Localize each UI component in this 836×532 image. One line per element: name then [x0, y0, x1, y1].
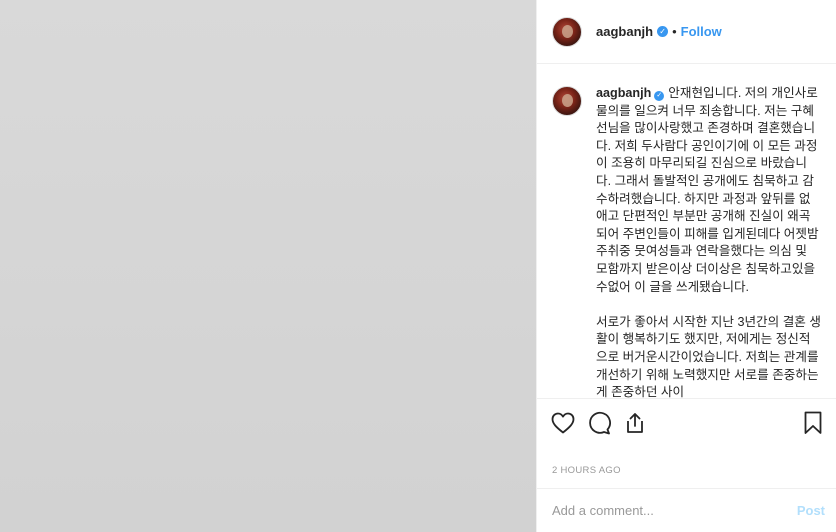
avatar[interactable]	[552, 16, 582, 47]
post-timestamp[interactable]: 2 HOURS AGO	[552, 465, 621, 476]
caption-avatar[interactable]	[552, 86, 582, 116]
comment-bubble-icon[interactable]	[587, 411, 611, 435]
comments-section[interactable]: aagbanjh ✓ 안재현입니다. 저의 개인사로 물의를 일으켜 너무 죄송합니…	[537, 65, 836, 398]
comment-form: Post	[537, 488, 836, 532]
follow-button[interactable]: Follow	[681, 24, 722, 39]
post-comment-button[interactable]: Post	[797, 503, 825, 518]
post-header: aagbanjh ✓ • Follow	[537, 0, 836, 64]
heart-icon[interactable]	[551, 411, 575, 435]
post-side-panel: aagbanjh ✓ • Follow aagbanjh ✓ 안재현입니다. 저의 …	[536, 0, 836, 532]
caption: aagbanjh ✓ 안재현입니다. 저의 개인사로 물의를 일으켜 너무 죄송합니…	[596, 85, 821, 398]
share-icon[interactable]	[623, 411, 647, 435]
comment-input[interactable]	[552, 503, 797, 518]
verified-badge-icon: ✓	[654, 91, 665, 101]
bookmark-icon[interactable]	[801, 411, 825, 435]
caption-username[interactable]: aagbanjh	[596, 86, 651, 100]
header-separator: •	[672, 24, 677, 39]
verified-badge-icon: ✓	[657, 26, 669, 37]
action-bar	[537, 398, 836, 446]
header-username[interactable]: aagbanjh	[596, 24, 653, 39]
caption-text: 안재현입니다. 저의 개인사로 물의를 일으켜 너무 죄송합니다. 저는 구혜선…	[596, 86, 821, 398]
post-image[interactable]	[0, 0, 536, 532]
